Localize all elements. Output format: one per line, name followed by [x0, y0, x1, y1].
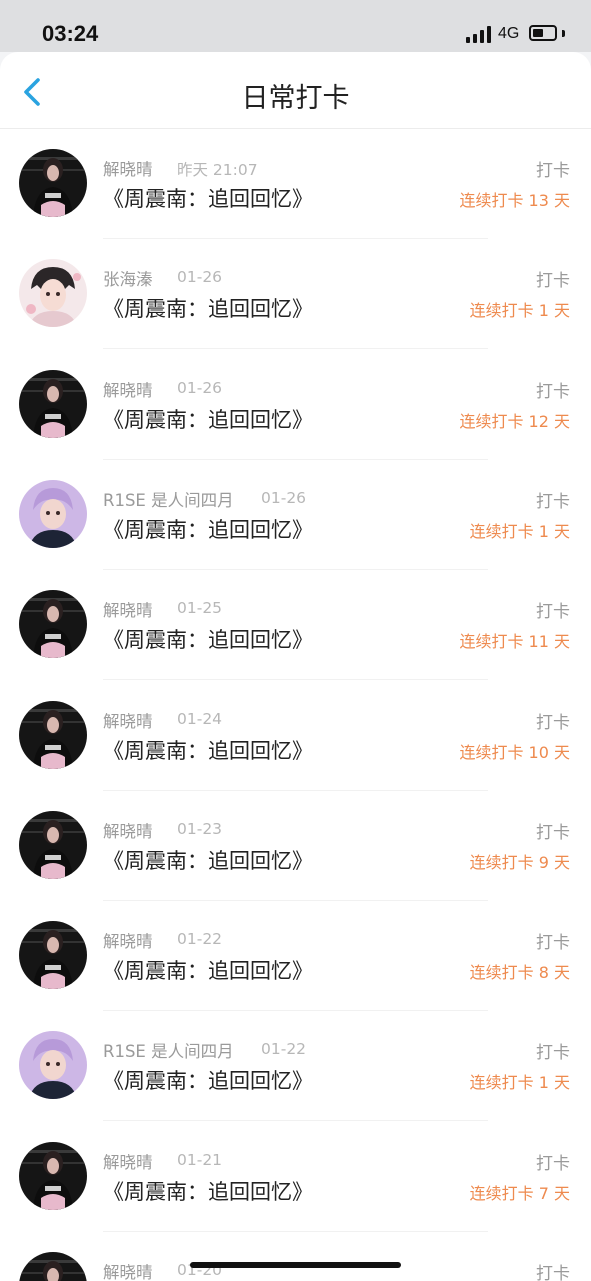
entry-title[interactable]: 《周震南：追回回忆》	[103, 845, 313, 875]
entry-title[interactable]: 《周震南：追回回忆》	[103, 183, 313, 213]
post-date: 01-26	[177, 378, 223, 397]
checkin-button[interactable]: 打卡	[536, 487, 570, 512]
dark-avatar-icon[interactable]	[19, 149, 87, 217]
user-name[interactable]: 解晓晴	[103, 1259, 153, 1281]
status-bar: 03:24 4G	[0, 0, 591, 52]
dark-avatar-icon[interactable]	[19, 369, 87, 438]
streak-count: 连续打卡 7 天	[469, 1183, 570, 1203]
post-date: 01-21	[177, 1150, 223, 1169]
checkin-button[interactable]: 打卡	[536, 928, 570, 953]
list-item[interactable]: 解晓晴 01-22 《周震南：追回回忆》 打卡连续打卡 8 天	[0, 901, 591, 1012]
dark-avatar-icon[interactable]	[19, 1252, 87, 1281]
entry-title[interactable]: 《周震南：追回回忆》	[103, 514, 313, 544]
post-date: 01-24	[177, 709, 223, 728]
dark-avatar-icon[interactable]	[19, 921, 87, 990]
user-name[interactable]: 解晓晴	[103, 928, 153, 952]
purple-avatar-icon[interactable]	[19, 479, 87, 548]
entry-title[interactable]: 《周震南：追回回忆》	[103, 735, 313, 765]
entry-title[interactable]: 《周震南：追回回忆》	[103, 624, 313, 654]
user-name[interactable]: 解晓晴	[103, 1149, 153, 1173]
streak-count: 连续打卡 1 天	[469, 521, 570, 541]
checkin-button[interactable]: 打卡	[536, 377, 570, 402]
checkin-button[interactable]: 打卡	[536, 1149, 570, 1174]
streak-count: 连续打卡 12 天	[459, 411, 570, 431]
streak-count: 连续打卡 1 天	[469, 1073, 570, 1093]
list-item[interactable]: 张海溱 01-26 《周震南：追回回忆》 打卡连续打卡 1 天	[0, 239, 591, 350]
user-name[interactable]: 张海溱	[103, 266, 153, 290]
checkin-button[interactable]: 打卡	[536, 708, 570, 733]
streak-count: 连续打卡 1 天	[469, 301, 570, 321]
post-date: 01-22	[177, 930, 223, 949]
dark-avatar-icon[interactable]	[19, 700, 87, 769]
entry-title[interactable]: 《周震南：追回回忆》	[103, 1065, 313, 1095]
signal-icon	[466, 26, 491, 43]
user-name[interactable]: 解晓晴	[103, 377, 153, 401]
checkin-button[interactable]: 打卡	[536, 156, 570, 181]
streak-count: 连续打卡 9 天	[469, 852, 570, 872]
anime-avatar-icon[interactable]	[19, 259, 87, 328]
user-name[interactable]: 解晓晴	[103, 818, 153, 842]
list-item[interactable]: 解晓晴 01-23 《周震南：追回回忆》 打卡连续打卡 9 天	[0, 791, 591, 901]
user-name[interactable]: 解晓晴	[103, 708, 153, 732]
streak-count: 连续打卡 13 天	[459, 191, 570, 210]
list-item[interactable]: 解晓晴 01-21 《周震南：追回回忆》 打卡连续打卡 7 天	[0, 1122, 591, 1232]
entry-title[interactable]: 《周震南：追回回忆》	[103, 404, 313, 434]
list-item[interactable]: 解晓晴 昨天 21:07 《周震南：追回回忆》 打卡连续打卡 13 天	[0, 129, 591, 239]
entry-title[interactable]: 《周震南：追回回忆》	[103, 955, 313, 985]
list-item[interactable]: 解晓晴 01-24 《周震南：追回回忆》 打卡连续打卡 10 天	[0, 681, 591, 791]
nav-bar: 日常打卡	[0, 52, 591, 128]
network-type: 4G	[498, 25, 520, 42]
user-name[interactable]: R1SE 是人间四月	[103, 1038, 234, 1062]
battery-tip	[562, 30, 565, 37]
streak-count: 连续打卡 11 天	[459, 632, 570, 652]
streak-count: 连续打卡 8 天	[469, 963, 570, 983]
purple-avatar-icon[interactable]	[19, 1031, 87, 1100]
checkin-button[interactable]: 打卡	[536, 1038, 570, 1063]
list-item[interactable]: 解晓晴 01-20 打卡	[0, 1232, 591, 1281]
entry-title[interactable]: 《周震南：追回回忆》	[103, 1176, 313, 1206]
user-name[interactable]: R1SE 是人间四月	[103, 487, 234, 511]
battery-icon	[529, 25, 557, 41]
checkin-list[interactable]: 解晓晴 昨天 21:07 《周震南：追回回忆》 打卡 连续打卡 13 天张海溱 01-26…	[0, 128, 591, 1281]
checkin-button[interactable]: 打卡	[536, 818, 570, 843]
dark-avatar-icon[interactable]	[19, 810, 87, 879]
list-item[interactable]: R1SE 是人间四月 01-26 《周震南：追回回忆》 打卡连续打卡 1 天	[0, 460, 591, 570]
post-date: 01-26	[261, 488, 307, 507]
post-date: 01-22	[261, 1040, 307, 1059]
post-date: 01-26	[177, 268, 223, 287]
checkin-button[interactable]: 打卡	[536, 266, 570, 291]
streak-count: 连续打卡 10 天	[459, 742, 570, 762]
dark-avatar-icon[interactable]	[19, 1141, 87, 1210]
post-date: 01-25	[177, 599, 223, 618]
list-item[interactable]: 解晓晴 01-26 《周震南：追回回忆》 打卡连续打卡 12 天	[0, 350, 591, 460]
post-date: 昨天 21:07	[177, 161, 258, 179]
page-title: 日常打卡	[241, 83, 350, 114]
user-name[interactable]: 解晓晴	[103, 156, 153, 180]
user-name[interactable]: 解晓晴	[103, 597, 153, 621]
list-item[interactable]: 解晓晴 01-25 《周震南：追回回忆》 打卡连续打卡 11 天	[0, 570, 591, 681]
home-indicator	[190, 1262, 401, 1268]
dark-avatar-icon[interactable]	[19, 590, 87, 659]
status-time: 03:24	[42, 21, 99, 46]
entry-title[interactable]: 《周震南：追回回忆》	[103, 293, 313, 323]
list-item[interactable]: R1SE 是人间四月 01-22 《周震南：追回回忆》 打卡连续打卡 1 天	[0, 1011, 591, 1122]
post-date: 01-23	[177, 819, 223, 838]
checkin-button[interactable]: 打卡	[536, 1259, 570, 1281]
checkin-button[interactable]: 打卡	[536, 597, 570, 622]
